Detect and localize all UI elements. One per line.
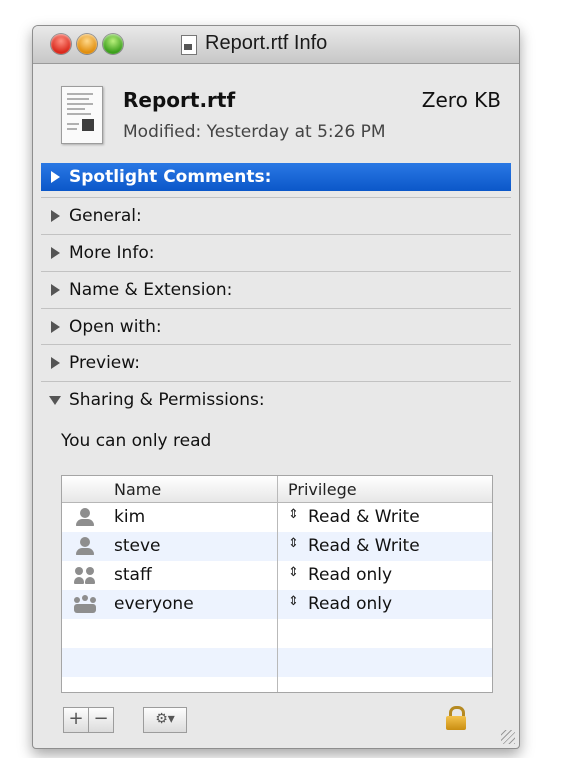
resize-grip-icon[interactable]: [501, 730, 515, 744]
file-name: Report.rtf: [123, 88, 236, 112]
add-user-button[interactable]: +: [63, 707, 89, 733]
privilege-popup[interactable]: Read only: [308, 594, 392, 614]
section-label: Spotlight Comments:: [69, 167, 272, 187]
section-label: Sharing & Permissions:: [69, 390, 265, 410]
permissions-table: Name Privilege kim ⇕ Read & Write steve …: [61, 475, 493, 693]
section-general[interactable]: General:: [41, 197, 511, 234]
permission-status: You can only read: [61, 431, 212, 451]
section-label: More Info:: [69, 243, 155, 263]
section-label: Open with:: [69, 317, 162, 337]
section-more-info[interactable]: More Info:: [41, 234, 511, 271]
popup-arrows-icon[interactable]: ⇕: [288, 565, 299, 580]
action-menu-button[interactable]: ⚙▾: [143, 707, 187, 733]
user-icon: [74, 536, 96, 556]
privilege-popup[interactable]: Read only: [308, 565, 392, 585]
popup-arrows-icon[interactable]: ⇕: [288, 594, 299, 609]
column-divider[interactable]: [277, 476, 278, 692]
modified-date: Modified: Yesterday at 5:26 PM: [123, 122, 386, 142]
privilege-popup[interactable]: Read & Write: [308, 536, 420, 556]
zoom-button[interactable]: [103, 34, 123, 54]
disclosure-triangle-icon[interactable]: [51, 210, 60, 222]
section-name-extension[interactable]: Name & Extension:: [41, 271, 511, 308]
user-name: everyone: [114, 594, 194, 614]
disclosure-triangle-icon[interactable]: [51, 171, 60, 183]
section-label: Preview:: [69, 353, 140, 373]
section-label: General:: [69, 206, 142, 226]
minimize-button[interactable]: [77, 34, 97, 54]
info-window: Report.rtf Info Report.rtf Zero KB Modif…: [32, 25, 520, 749]
popup-arrows-icon[interactable]: ⇕: [288, 536, 299, 551]
remove-user-button[interactable]: −: [88, 707, 114, 733]
group-icon: [74, 565, 96, 585]
section-label: Name & Extension:: [69, 280, 233, 300]
disclosure-triangle-icon[interactable]: [51, 247, 60, 259]
privilege-popup[interactable]: Read & Write: [308, 507, 420, 527]
close-button[interactable]: [51, 34, 71, 54]
user-name: staff: [114, 565, 152, 585]
user-icon: [74, 507, 96, 527]
user-name: kim: [114, 507, 146, 527]
section-spotlight-comments[interactable]: Spotlight Comments:: [41, 163, 511, 191]
file-size: Zero KB: [421, 88, 501, 112]
title-bar[interactable]: Report.rtf Info: [33, 26, 519, 64]
popup-arrows-icon[interactable]: ⇕: [288, 507, 299, 522]
disclosure-triangle-icon[interactable]: [51, 284, 60, 296]
disclosure-triangle-icon[interactable]: [51, 357, 60, 369]
document-proxy-icon[interactable]: [181, 35, 197, 55]
disclosure-triangle-icon[interactable]: [49, 396, 61, 405]
file-header: Report.rtf Zero KB Modified: Yesterday a…: [33, 64, 519, 174]
column-header-privilege[interactable]: Privilege: [288, 480, 357, 499]
lock-icon[interactable]: [445, 706, 467, 730]
column-header-name[interactable]: Name: [114, 480, 161, 499]
section-preview[interactable]: Preview:: [41, 344, 511, 381]
window-title: Report.rtf Info: [205, 32, 328, 54]
disclosure-triangle-icon[interactable]: [51, 321, 60, 333]
rtf-document-icon: [61, 86, 103, 144]
everyone-icon: [74, 594, 96, 614]
section-open-with[interactable]: Open with:: [41, 308, 511, 345]
section-sharing-permissions[interactable]: Sharing & Permissions:: [41, 381, 511, 418]
user-name: steve: [114, 536, 161, 556]
